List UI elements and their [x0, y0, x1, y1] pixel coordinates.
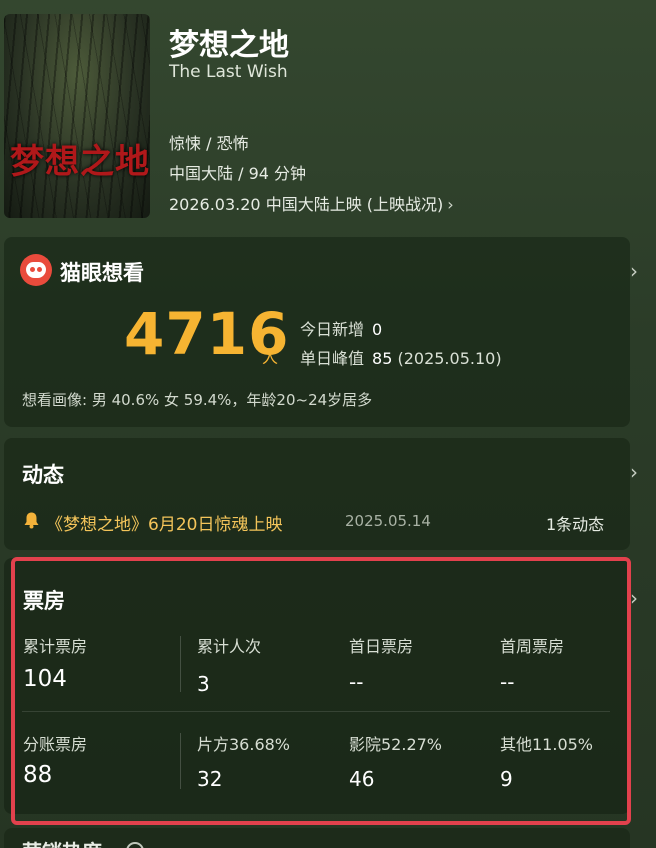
- movie-release-link[interactable]: 2026.03.20 中国大陆上映 (上映战况) ›: [169, 191, 454, 215]
- movie-poster[interactable]: 梦想之地: [4, 14, 150, 218]
- audience-portrait: 想看画像: 男 40.6% 女 59.4%，年龄20~24岁居多: [22, 391, 373, 409]
- box-office-label: 其他11.05%: [500, 735, 594, 754]
- box-office-value: 104: [23, 666, 67, 692]
- box-office-title: 票房: [23, 589, 65, 613]
- release-text: 2026.03.20 中国大陆上映 (上映战况): [169, 195, 444, 214]
- daily-peak-stat: 单日峰值 85 (2025.05.10): [300, 349, 502, 368]
- highlight-box: [11, 557, 631, 825]
- chevron-right-icon[interactable]: ›: [630, 259, 638, 283]
- box-office-value: 9: [500, 767, 513, 791]
- chevron-right-icon: ›: [447, 195, 454, 214]
- daily-peak-date: (2025.05.10): [397, 349, 502, 368]
- today-new-value: 0: [372, 320, 383, 339]
- box-office-value: 46: [349, 767, 375, 791]
- dynamic-item-date: 2025.05.14: [345, 512, 431, 530]
- dynamics-title: 动态: [22, 463, 64, 487]
- dynamic-item-text[interactable]: 《梦想之地》6月20日惊魂上映: [46, 510, 282, 535]
- box-office-label: 影院52.27%: [349, 735, 443, 754]
- bell-icon: [24, 512, 39, 529]
- box-office-value: 32: [197, 767, 223, 791]
- box-office-value: 3: [197, 672, 210, 696]
- movie-genre: 惊悚 / 恐怖: [169, 134, 249, 153]
- box-office-label: 首日票房: [349, 637, 414, 656]
- today-new-stat: 今日新增 0: [300, 320, 383, 339]
- box-office-label: 累计票房: [23, 637, 88, 656]
- box-office-label: 片方36.68%: [197, 735, 291, 754]
- daily-peak-value: 85: [372, 349, 393, 368]
- want-section-title: 猫眼想看: [60, 261, 144, 285]
- dynamics-count[interactable]: 1条动态: [546, 511, 604, 535]
- movie-region-duration: 中国大陆 / 94 分钟: [169, 164, 307, 183]
- box-office-label: 首周票房: [500, 637, 565, 656]
- chevron-right-icon[interactable]: ›: [630, 460, 638, 484]
- movie-title: 梦想之地: [169, 28, 289, 63]
- maoyan-cat-icon: [20, 254, 52, 286]
- divider: [180, 636, 181, 692]
- box-office-label: 累计人次: [197, 637, 262, 656]
- divider: [180, 733, 181, 789]
- box-office-value: --: [349, 670, 364, 694]
- divider: [22, 711, 610, 712]
- want-unit: 人: [262, 348, 279, 367]
- chevron-right-icon[interactable]: ›: [630, 586, 638, 610]
- movie-english-title: The Last Wish: [169, 62, 288, 82]
- marketing-heat-title: 营销热度: [22, 836, 102, 848]
- box-office-value: 88: [23, 762, 53, 788]
- box-office-label: 分账票房: [23, 735, 88, 754]
- box-office-value: --: [500, 670, 515, 694]
- poster-title: 梦想之地: [10, 142, 150, 182]
